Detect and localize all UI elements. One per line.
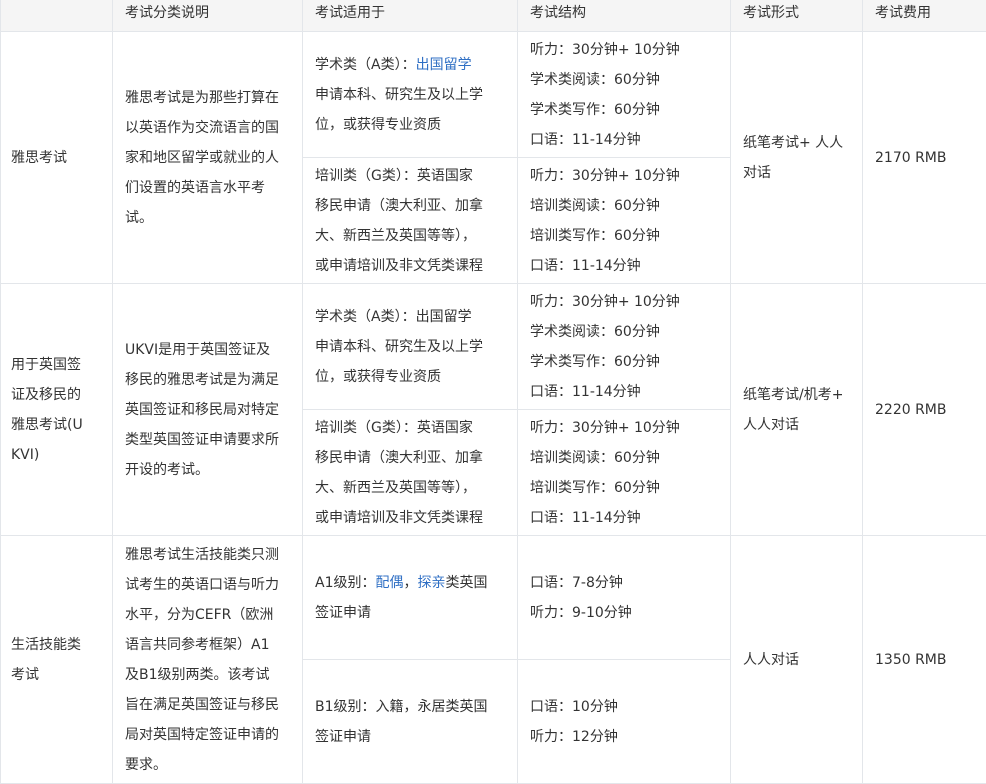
applies-cell: 学术类（A类）：出国留学 申请本科、研究生及以上学 位，或获得专业资质 (303, 284, 518, 410)
study-abroad-link[interactable]: 出国留学 (416, 57, 472, 73)
description-cell: 雅思考试生活技能类只测 试考生的英语口语与听力 水平，分为CEFR（欧洲 语言共… (113, 536, 303, 784)
fee-cell: 2170 RMB (863, 32, 986, 284)
applies-cell: B1级别：入籍，永居类英国 签证申请 (303, 660, 518, 784)
fee-cell: 2220 RMB (863, 284, 986, 536)
header-format: 考试形式 (731, 0, 863, 32)
structure-cell: 听力：30分钟+ 10分钟 培训类阅读：60分钟 培训类写作：60分钟 口语：1… (518, 410, 731, 536)
format-cell: 纸笔考试/机考+ 人人对话 (731, 284, 863, 536)
header-description: 考试分类说明 (113, 0, 303, 32)
exam-name-cell: 雅思考试 (1, 32, 113, 284)
structure-cell: 听力：30分钟+ 10分钟 学术类阅读：60分钟 学术类写作：60分钟 口语：1… (518, 284, 731, 410)
spouse-link[interactable]: 配偶 (375, 575, 403, 591)
header-structure: 考试结构 (518, 0, 731, 32)
header-fee: 考试费用 (863, 0, 986, 32)
structure-cell: 听力：30分钟+ 10分钟 学术类阅读：60分钟 学术类写作：60分钟 口语：1… (518, 32, 731, 158)
description-cell: 雅思考试是为那些打算在 以英语作为交流语言的国 家和地区留学或就业的人 们设置的… (113, 32, 303, 284)
table-row: 生活技能类 考试 雅思考试生活技能类只测 试考生的英语口语与听力 水平，分为CE… (1, 536, 986, 660)
table-row: 用于英国签 证及移民的 雅思考试(U KVI) UKVI是用于英国签证及 移民的… (1, 284, 986, 410)
header-name (1, 0, 113, 32)
exam-table: 考试分类说明 考试适用于 考试结构 考试形式 考试费用 雅思考试 雅思考试是为那… (0, 0, 986, 784)
family-visit-link[interactable]: 探亲 (417, 575, 445, 591)
applies-cell: 学术类（A类）：出国留学 申请本科、研究生及以上学 位，或获得专业资质 (303, 32, 518, 158)
applies-cell: A1级别：配偶，探亲类英国 签证申请 (303, 536, 518, 660)
header-row: 考试分类说明 考试适用于 考试结构 考试形式 考试费用 (1, 0, 986, 32)
applies-cell: 培训类（G类）：英语国家 移民申请（澳大利亚、加拿 大、新西兰及英国等等）， 或… (303, 410, 518, 536)
applies-cell: 培训类（G类）：英语国家 移民申请（澳大利亚、加拿 大、新西兰及英国等等）， 或… (303, 158, 518, 284)
fee-cell: 1350 RMB (863, 536, 986, 784)
exam-name-cell: 用于英国签 证及移民的 雅思考试(U KVI) (1, 284, 113, 536)
description-cell: UKVI是用于英国签证及 移民的雅思考试是为满足 英国签证和移民局对特定 类型英… (113, 284, 303, 536)
format-cell: 纸笔考试+ 人人 对话 (731, 32, 863, 284)
structure-cell: 口语：10分钟 听力：12分钟 (518, 660, 731, 784)
format-cell: 人人对话 (731, 536, 863, 784)
header-applies: 考试适用于 (303, 0, 518, 32)
table-row: 雅思考试 雅思考试是为那些打算在 以英语作为交流语言的国 家和地区留学或就业的人… (1, 32, 986, 158)
structure-cell: 听力：30分钟+ 10分钟 培训类阅读：60分钟 培训类写作：60分钟 口语：1… (518, 158, 731, 284)
structure-cell: 口语：7-8分钟 听力：9-10分钟 (518, 536, 731, 660)
exam-name-cell: 生活技能类 考试 (1, 536, 113, 784)
